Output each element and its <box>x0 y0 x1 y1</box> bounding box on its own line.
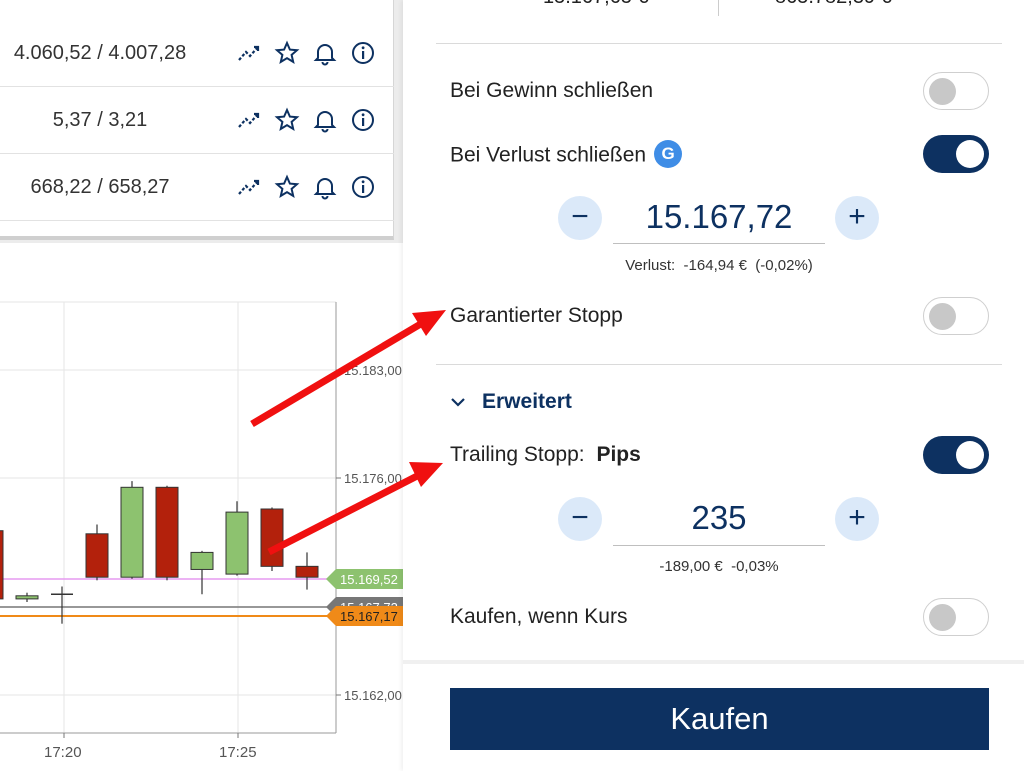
info-icon[interactable] <box>350 174 376 200</box>
input-underline <box>613 243 825 244</box>
advanced-section-toggle[interactable]: Erweitert <box>450 390 572 414</box>
trailing-stop-toggle[interactable] <box>923 436 989 474</box>
divider <box>436 364 1002 365</box>
top-values: 15.167,65 € 865.782,39 € <box>543 0 892 16</box>
watchlist-row[interactable]: 668,22 / 658,27 <box>0 154 394 221</box>
guaranteed-badge-icon: G <box>654 140 683 168</box>
price-chart[interactable]: 15.183,00 15.176,00 15.162,00 17:20 17:2… <box>0 243 403 771</box>
stop-loss-label: Bei Verlust schließen <box>450 143 647 167</box>
price-label-orange: 15.167,17 <box>326 606 403 626</box>
candlestick-chart[interactable]: 15.183,00 15.176,00 15.162,00 17:20 17:2… <box>0 243 403 771</box>
price-label-green: 15.169,52 <box>326 569 403 589</box>
time-tick-label: 17:25 <box>219 744 257 761</box>
star-icon[interactable] <box>274 107 300 133</box>
trailing-stop-label: Trailing Stopp: <box>450 443 585 466</box>
trailing-stop-note: -189,00 € -0,03% <box>659 558 779 575</box>
take-profit-toggle[interactable] <box>923 72 989 110</box>
advanced-label: Erweitert <box>482 390 572 413</box>
stop-loss-row-label: Bei Verlust schließen G <box>450 140 683 170</box>
toggle-knob <box>956 441 984 469</box>
candle-body <box>155 486 179 578</box>
buy-if-price-toggle[interactable] <box>923 598 989 636</box>
candle-body <box>0 530 4 600</box>
take-profit-label: Bei Gewinn schließen <box>450 79 654 102</box>
trailing-stop-row-label: Trailing Stopp: Pips <box>450 443 641 467</box>
candle-body <box>295 565 319 578</box>
bell-icon[interactable] <box>312 174 338 200</box>
watchlist-rows: 4.060,52 / 4.007,28 5,37 / 3,21 668,22 /… <box>0 0 394 240</box>
watchlist-row[interactable]: 5,37 / 3,21 <box>0 87 394 154</box>
buy-button[interactable]: Kaufen <box>450 688 989 750</box>
stop-loss-value-input[interactable]: 15.167,72 <box>613 198 825 236</box>
stop-loss-loss-note: Verlust: -164,94 € (-0,02%) <box>625 257 813 274</box>
price-label-green-text: 15.169,52 <box>340 572 398 587</box>
toggle-knob <box>929 78 956 105</box>
chart-trend-icon[interactable] <box>236 40 262 66</box>
watchlist-row[interactable]: 4.060,52 / 4.007,28 <box>0 20 394 87</box>
candle-body <box>260 508 284 567</box>
stop-loss-plus-button[interactable]: + <box>835 196 879 240</box>
price-label-orange-text: 15.167,17 <box>340 609 398 624</box>
order-panel: 15.167,65 € 865.782,39 € Bei Gewinn schl… <box>403 0 1024 771</box>
buy-if-price-label: Kaufen, wenn Kurs <box>450 605 628 628</box>
bid-ask-value: 668,22 / 658,27 <box>30 176 170 198</box>
bid-ask-value: 4.060,52 / 4.007,28 <box>13 42 187 64</box>
watchlist-panel: 4.060,52 / 4.007,28 5,37 / 3,21 668,22 /… <box>0 0 403 243</box>
candle-body <box>190 551 214 570</box>
candle-body <box>120 486 144 578</box>
chevron-down-icon <box>450 390 468 414</box>
candles <box>0 481 319 624</box>
info-icon[interactable] <box>350 40 376 66</box>
stop-loss-toggle[interactable] <box>923 135 989 173</box>
info-icon[interactable] <box>350 107 376 133</box>
divider <box>436 43 1002 44</box>
trailing-stop-value-input[interactable]: 235 <box>613 499 825 537</box>
trailing-stop-minus-button[interactable]: − <box>558 497 602 541</box>
time-tick-label: 17:20 <box>44 744 82 761</box>
top-value-1: 15.167,65 € <box>543 0 649 8</box>
toggle-knob <box>929 303 956 330</box>
input-underline <box>613 545 825 546</box>
guaranteed-stop-label: Garantierter Stopp <box>450 304 623 327</box>
trailing-stop-unit[interactable]: Pips <box>596 443 640 466</box>
bell-icon[interactable] <box>312 107 338 133</box>
chart-trend-icon[interactable] <box>236 107 262 133</box>
guaranteed-stop-toggle[interactable] <box>923 297 989 335</box>
price-tick-label: 15.183,00 <box>344 363 402 378</box>
price-tick-label: 15.162,00 <box>344 688 402 703</box>
toggle-knob <box>929 604 956 631</box>
price-tick-label: 15.176,00 <box>344 471 402 486</box>
trailing-stop-plus-button[interactable]: + <box>835 497 879 541</box>
toggle-knob <box>956 140 984 168</box>
top-value-separator <box>718 0 719 16</box>
candle-body <box>85 533 109 578</box>
candle-body <box>225 511 249 575</box>
star-icon[interactable] <box>274 40 300 66</box>
bell-icon[interactable] <box>312 40 338 66</box>
chart-trend-icon[interactable] <box>236 174 262 200</box>
stop-loss-minus-button[interactable]: − <box>558 196 602 240</box>
star-icon[interactable] <box>274 174 300 200</box>
candle-body <box>15 595 39 600</box>
top-value-2: 865.782,39 € <box>775 0 892 9</box>
bid-ask-value: 5,37 / 3,21 <box>52 109 148 131</box>
